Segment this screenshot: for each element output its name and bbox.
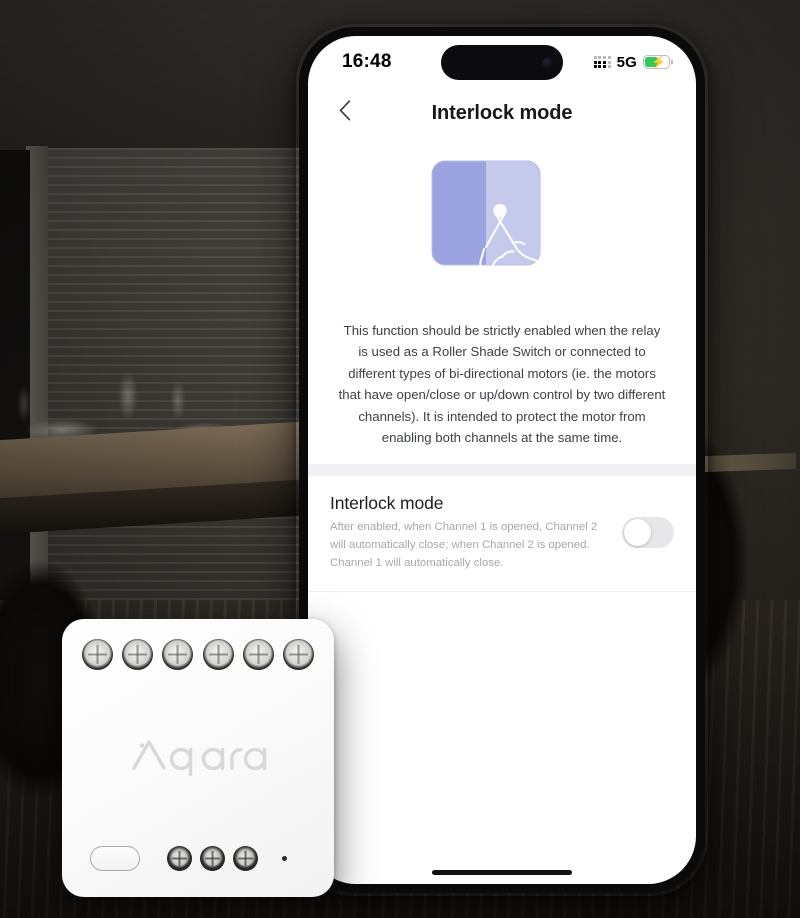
setting-subtitle: After enabled, when Channel 1 is opened,…	[330, 521, 598, 569]
setting-title: Interlock mode	[330, 493, 444, 514]
charging-bolt-icon: ⚡	[651, 55, 666, 69]
terminal-screw	[242, 639, 274, 670]
network-type-label: 5G	[616, 53, 637, 71]
terminal-screw-small	[167, 846, 192, 871]
status-indicators: 5G ⚡	[593, 53, 670, 71]
interlock-switch-tap-illustration	[308, 144, 696, 312]
status-bar: 16:48 5G ⚡	[308, 36, 696, 88]
description-text: This function should be strictly enabled…	[338, 323, 666, 445]
phone-screen: 16:48 5G ⚡ Interlock mode This function …	[308, 36, 696, 884]
terminal-screw-small	[233, 846, 258, 871]
battery-charging-icon: ⚡	[643, 55, 670, 69]
page-title: Interlock mode	[431, 101, 573, 124]
setting-texts: Interlock mode After enabled, when Chann…	[330, 493, 622, 572]
interlock-mode-toggle[interactable]	[622, 517, 674, 549]
terminal-screw	[162, 639, 194, 670]
aqara-brand-logo	[62, 732, 334, 785]
dynamic-island	[441, 45, 563, 80]
back-button[interactable]	[328, 96, 362, 130]
terminal-screw-small	[200, 846, 225, 871]
phone-device: 16:48 5G ⚡ Interlock mode This function …	[296, 24, 708, 896]
bottom-controls	[90, 846, 306, 871]
home-indicator[interactable]	[432, 870, 572, 875]
front-camera-icon	[542, 57, 553, 68]
interlock-mode-row[interactable]: Interlock mode After enabled, when Chann…	[308, 476, 696, 593]
chevron-left-icon	[339, 100, 351, 126]
section-separator	[308, 464, 696, 477]
navigation-bar: Interlock mode	[308, 88, 696, 138]
aqara-dual-relay-module	[62, 619, 334, 897]
terminal-screw	[202, 639, 234, 670]
signal-dots-icon	[593, 55, 611, 69]
toggle-knob	[624, 519, 651, 547]
bottom-terminal-row	[167, 846, 258, 871]
phone-bezel: 16:48 5G ⚡ Interlock mode This function …	[299, 27, 705, 893]
terminal-screw	[82, 639, 113, 670]
terminal-screw	[282, 639, 314, 670]
status-time: 16:48	[342, 51, 392, 72]
reset-pinhole[interactable]	[282, 856, 287, 861]
terminal-screw	[122, 639, 154, 670]
top-terminal-row	[82, 639, 314, 670]
pairing-button[interactable]	[90, 846, 140, 871]
